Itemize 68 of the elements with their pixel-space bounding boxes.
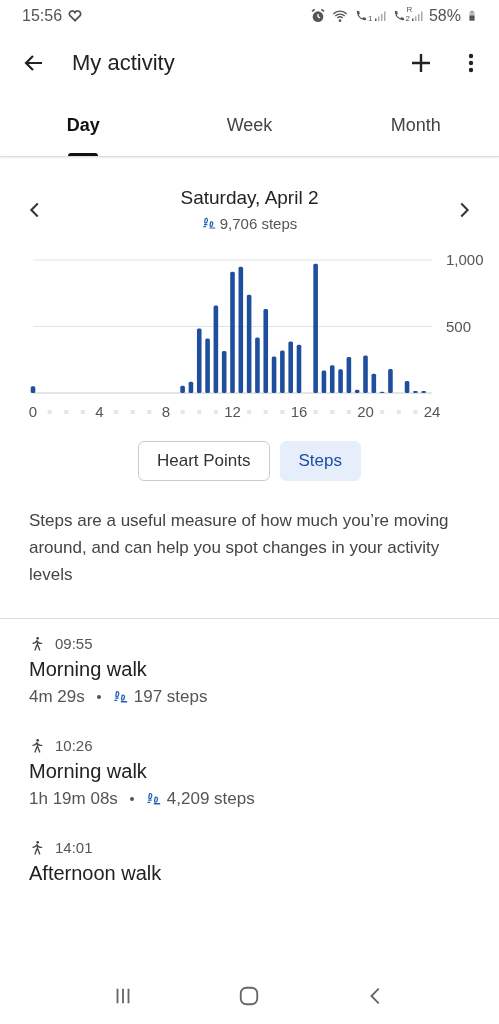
x-tick-label: 0 — [28, 403, 38, 420]
sim-number: 2 — [405, 14, 410, 23]
chart-bar — [346, 357, 352, 393]
x-tick-label: 8 — [161, 403, 171, 420]
activity-duration: 1h 19m 08s — [29, 789, 118, 809]
walking-person-icon — [29, 737, 45, 754]
activity-title: Afternoon walk — [29, 862, 163, 885]
call-icon — [354, 9, 369, 23]
description-text: Steps are a useful measure of how much you’re moving around, and can help you spot changes in your activity levels — [29, 510, 450, 586]
home-icon[interactable] — [238, 985, 261, 1007]
activity-time: 14:01 — [55, 839, 93, 856]
signal-icon — [373, 9, 386, 23]
x-tick-label: 16 — [290, 403, 308, 420]
add-icon[interactable] — [409, 51, 433, 75]
chart-bar — [271, 356, 277, 393]
sim-number: 1 — [368, 14, 373, 23]
chart-bar — [30, 386, 36, 393]
tab[interactable]: Week — [166, 94, 333, 156]
chart-bar — [338, 369, 343, 393]
chart-bar — [255, 337, 260, 393]
chart-bar — [180, 385, 185, 393]
separator-dot — [96, 695, 101, 699]
chart-bar — [404, 380, 410, 393]
alarm-icon — [310, 8, 327, 24]
chart-bar — [363, 355, 368, 393]
walking-person-icon — [29, 839, 45, 856]
chart-bar — [280, 350, 285, 393]
tab[interactable]: Month — [332, 94, 499, 156]
x-tick-label: 20 — [357, 403, 374, 420]
chart-bar — [221, 351, 227, 393]
signal-icon — [410, 9, 423, 23]
chart-bar — [321, 370, 327, 393]
x-tick-label: 12 — [224, 403, 241, 420]
date-title: Saturday, April 2 — [180, 187, 319, 209]
y-tick-label: 500 — [446, 317, 472, 335]
separator-dot — [129, 797, 134, 801]
x-tick-label: 24 — [423, 403, 441, 420]
chart-bar — [205, 338, 210, 393]
status-time: 15:56 — [22, 7, 63, 25]
tab[interactable]: Day — [0, 94, 167, 156]
chart-bar — [196, 328, 202, 393]
battery-percent: 58% — [428, 7, 461, 25]
chart-bar — [188, 381, 194, 393]
wifi-icon — [332, 8, 349, 24]
metric-chip[interactable]: Heart Points — [138, 441, 270, 481]
chart-bar — [288, 341, 293, 393]
activity-duration: 4m 29s — [29, 687, 85, 707]
chart-bar — [388, 368, 393, 393]
footsteps-icon — [201, 215, 218, 232]
x-tick-label: 4 — [95, 403, 104, 420]
activity-steps: 4,209 steps — [166, 789, 255, 809]
metric-chip[interactable]: Steps — [279, 441, 361, 481]
roaming-mark: R — [406, 5, 413, 14]
y-tick-label: 1,000 — [446, 251, 484, 268]
activity-time: 10:26 — [55, 737, 93, 754]
battery-icon — [467, 8, 477, 24]
activity-time: 09:55 — [55, 635, 93, 652]
heart-icon — [68, 9, 83, 23]
activity-title: Morning walk — [29, 658, 148, 681]
walking-person-icon — [29, 635, 45, 652]
chart-bar — [354, 389, 360, 393]
activity-title: Morning walk — [29, 760, 148, 783]
screen-title: My activity — [72, 50, 176, 76]
step-total: 9,706 steps — [219, 215, 298, 232]
chart-bar — [296, 344, 302, 393]
chart-bar — [371, 373, 377, 393]
activity-steps: 197 steps — [133, 687, 208, 707]
chart-bar — [329, 365, 335, 393]
